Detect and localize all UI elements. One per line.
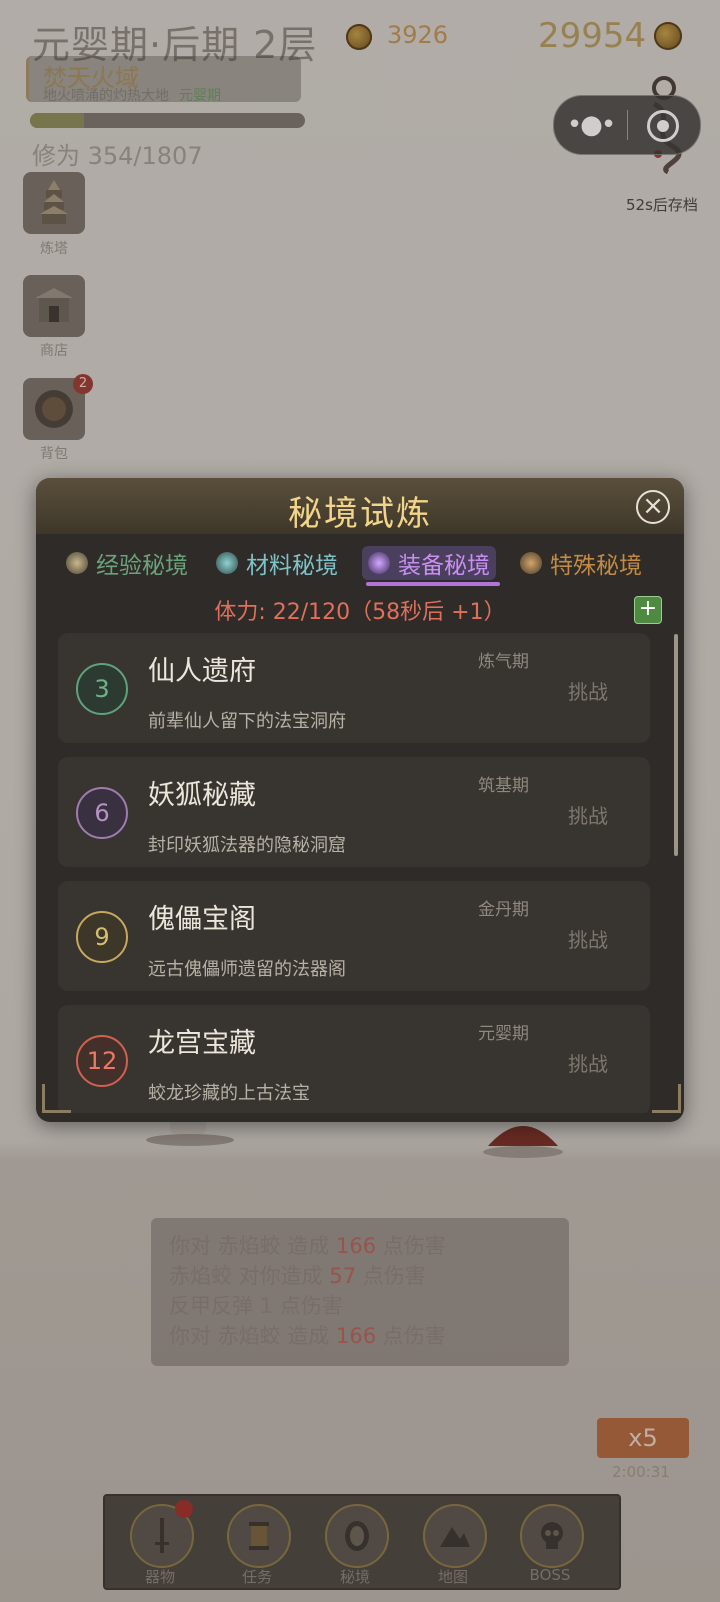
equipment-realm-icon xyxy=(368,552,390,574)
frame-corner-decoration xyxy=(42,1084,71,1113)
realm-card: 6 妖狐秘藏 封印妖狐法器的隐秘洞窟 筑基期 挑战 xyxy=(58,757,650,867)
realm-requirement: 炼气期 xyxy=(478,652,529,672)
realm-card: 12 龙宫宝藏 蛟龙珍藏的上古法宝 元婴期 挑战 xyxy=(58,1005,650,1113)
realm-name: 龙宫宝藏 xyxy=(148,1028,256,1059)
challenge-button[interactable]: 挑战 xyxy=(548,676,628,705)
realm-name: 傀儡宝阁 xyxy=(148,904,256,935)
realm-level-badge: 6 xyxy=(76,787,128,839)
tab-experience[interactable]: 经验秘境 xyxy=(66,546,188,580)
realm-requirement: 金丹期 xyxy=(478,900,529,920)
realm-level-badge: 12 xyxy=(76,1035,128,1087)
realm-description: 远古傀儡师遗留的法器阁 xyxy=(148,959,346,980)
active-tab-indicator xyxy=(366,582,500,586)
tab-special-label: 特殊秘境 xyxy=(550,553,642,579)
realm-name: 仙人遗府 xyxy=(148,656,256,687)
close-icon[interactable]: × xyxy=(636,490,670,524)
experience-realm-icon xyxy=(66,552,88,574)
stamina-text: 体力: 22/120（58秒后 +1） xyxy=(214,600,506,625)
challenge-button[interactable]: 挑战 xyxy=(548,800,628,829)
tab-equipment-label: 装备秘境 xyxy=(398,553,490,579)
realm-level-badge: 9 xyxy=(76,911,128,963)
realm-card: 3 仙人遗府 前辈仙人留下的法宝洞府 炼气期 挑战 xyxy=(58,633,650,743)
material-realm-icon xyxy=(216,552,238,574)
challenge-button[interactable]: 挑战 xyxy=(548,924,628,953)
realm-level-badge: 3 xyxy=(76,663,128,715)
tab-material-label: 材料秘境 xyxy=(246,553,338,579)
realm-card: 9 傀儡宝阁 远古傀儡师遗留的法器阁 金丹期 挑战 xyxy=(58,881,650,991)
special-realm-icon xyxy=(520,552,542,574)
realm-name: 妖狐秘藏 xyxy=(148,780,256,811)
realm-description: 前辈仙人留下的法宝洞府 xyxy=(148,711,346,732)
realm-requirement: 元婴期 xyxy=(478,1024,529,1044)
tab-experience-label: 经验秘境 xyxy=(96,553,188,579)
challenge-button[interactable]: 挑战 xyxy=(548,1048,628,1077)
tab-material[interactable]: 材料秘境 xyxy=(216,546,338,580)
add-stamina-button[interactable]: + xyxy=(634,596,662,624)
secret-realm-modal: 秘境试炼 × 经验秘境 材料秘境 装备秘境 特殊秘境 体力: 22/120（58… xyxy=(36,478,684,1122)
realm-description: 蛟龙珍藏的上古法宝 xyxy=(148,1083,310,1104)
realm-description: 封印妖狐法器的隐秘洞窟 xyxy=(148,835,346,856)
modal-title: 秘境试炼 xyxy=(288,494,432,534)
realm-list[interactable]: 3 仙人遗府 前辈仙人留下的法宝洞府 炼气期 挑战 6 妖狐秘藏 封印妖狐法器的… xyxy=(58,633,650,1113)
tab-special[interactable]: 特殊秘境 xyxy=(520,546,642,580)
frame-corner-decoration xyxy=(652,1084,681,1113)
tab-equipment[interactable]: 装备秘境 xyxy=(362,546,496,580)
list-scrollbar[interactable] xyxy=(674,634,678,856)
realm-requirement: 筑基期 xyxy=(478,776,529,796)
